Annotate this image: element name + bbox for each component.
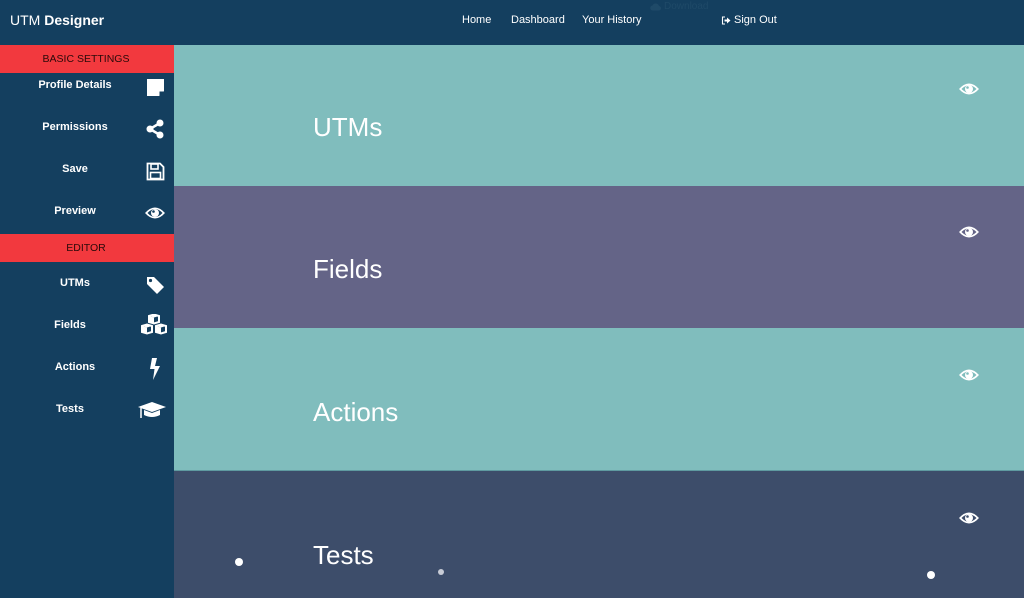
sidebar-item-tests[interactable]: Tests: [0, 388, 174, 430]
nav-home[interactable]: Home: [462, 14, 491, 26]
sign-out-icon: [721, 15, 731, 25]
eye-icon[interactable]: [958, 367, 980, 383]
sidebar: BASIC SETTINGS Profile Details Permissio…: [0, 45, 174, 598]
brand-bold: Designer: [44, 12, 105, 28]
sidebar-item-label: Save: [62, 163, 88, 175]
graduation-cap-icon: [138, 400, 166, 422]
brand-light: UTM: [10, 12, 41, 28]
eye-icon[interactable]: [958, 510, 980, 526]
floppy-disk-icon: [144, 160, 166, 182]
nav-your-history[interactable]: Your History: [582, 14, 642, 26]
section-header-basic-settings: BASIC SETTINGS: [0, 45, 174, 73]
sidebar-item-label: Fields: [54, 319, 86, 331]
sidebar-item-label: Actions: [54, 361, 96, 373]
download-label: Download: [664, 1, 709, 12]
panel-title: Fields: [313, 254, 383, 284]
sidebar-item-label: Profile Details: [38, 79, 112, 91]
decorative-bubble: [438, 569, 444, 575]
decorative-bubble: [927, 571, 935, 579]
sidebar-item-label: Permissions: [42, 121, 108, 133]
panel-actions[interactable]: Actions: [174, 328, 1024, 471]
top-navbar: UTM Designer Download Home Dashboard You…: [0, 0, 1024, 45]
cloud-download-icon: [650, 3, 661, 11]
sidebar-item-utms[interactable]: UTMs: [0, 262, 174, 304]
panel-fields[interactable]: Fields: [174, 186, 1024, 328]
share-icon: [144, 118, 166, 140]
cubes-icon: [140, 314, 168, 337]
sidebar-item-label: Tests: [56, 403, 84, 415]
panel-utms[interactable]: UTMs: [174, 45, 1024, 186]
sidebar-item-fields[interactable]: Fields: [0, 304, 174, 346]
nav-sign-out[interactable]: Sign Out: [721, 14, 777, 26]
sidebar-item-label: UTMs: [60, 277, 90, 289]
panel-title: UTMs: [313, 112, 383, 142]
eye-icon: [144, 202, 166, 224]
panel-title: Tests: [313, 540, 374, 570]
download-link[interactable]: Download: [650, 1, 708, 12]
sidebar-item-permissions[interactable]: Permissions: [0, 115, 174, 157]
sidebar-item-profile-details[interactable]: Profile Details: [0, 73, 174, 115]
nav-dashboard[interactable]: Dashboard: [511, 14, 565, 26]
sticky-note-icon: [144, 76, 166, 98]
main-content: UTMs Fields Actions Tests: [174, 45, 1024, 598]
eye-icon[interactable]: [958, 224, 980, 240]
sidebar-item-save[interactable]: Save: [0, 157, 174, 199]
panel-title: Actions: [313, 397, 399, 427]
sidebar-item-actions[interactable]: Actions: [0, 346, 174, 388]
eye-icon[interactable]: [958, 81, 980, 97]
sidebar-item-label: Preview: [54, 205, 96, 217]
panel-tests[interactable]: Tests: [174, 471, 1024, 598]
bolt-icon: [144, 358, 166, 380]
brand-logo[interactable]: UTM Designer: [10, 12, 104, 28]
sign-out-label: Sign Out: [734, 14, 777, 26]
tag-icon: [144, 274, 166, 296]
sidebar-item-preview[interactable]: Preview: [0, 199, 174, 241]
decorative-bubble: [235, 558, 243, 566]
